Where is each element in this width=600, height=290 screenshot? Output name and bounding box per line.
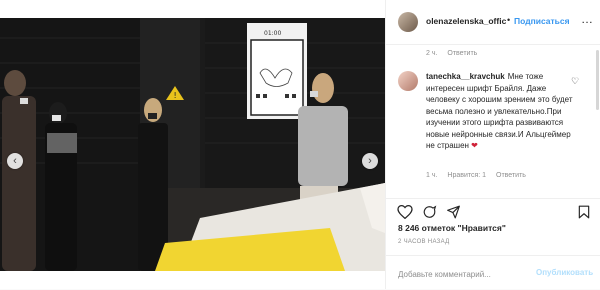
instagram-post: ! 01:00 ‹ › olenazelenska_offic • Подпис… xyxy=(0,0,600,289)
prev-comment-reply-button[interactable]: Ответить xyxy=(447,50,477,57)
comment-input[interactable] xyxy=(396,266,530,282)
comment-likes-count[interactable]: Нравится: 1 xyxy=(447,172,486,179)
comment-meta: 1 ч. Нравится: 1 Ответить xyxy=(426,172,534,179)
author-username[interactable]: olenazelenska_offic xyxy=(426,16,506,26)
next-photo-button[interactable]: › xyxy=(362,153,378,169)
add-comment-section: Опубликовать xyxy=(386,255,600,290)
post-header: olenazelenska_offic • Подписаться … xyxy=(386,0,600,45)
heart-emoji-icon: ❤ xyxy=(471,141,478,150)
like-heart-icon[interactable] xyxy=(397,205,413,219)
panel-top-text: 01:00 xyxy=(264,30,281,37)
comment-time: 1 ч. xyxy=(426,172,438,179)
publish-button[interactable]: Опубликовать xyxy=(536,268,593,277)
comments-scrollbar[interactable] xyxy=(596,44,599,194)
post-photo[interactable]: ! 01:00 ‹ › xyxy=(0,18,385,271)
comment-text: Мне тоже интересен шрифт Брайля. Даже че… xyxy=(426,72,573,150)
scrollbar-thumb[interactable] xyxy=(596,50,599,110)
header-separator: • xyxy=(507,15,511,25)
commenter-avatar[interactable] xyxy=(398,71,418,91)
comment-reply-button[interactable]: Ответить xyxy=(496,172,526,179)
commenter-username[interactable]: tanechka__kravchuk xyxy=(426,72,505,81)
author-avatar[interactable] xyxy=(398,12,418,32)
post-likes-count[interactable]: 8 246 отметок "Нравится" xyxy=(398,223,506,233)
post-side-panel: olenazelenska_offic • Подписаться … 2 ч.… xyxy=(385,0,600,289)
comment-body: tanechka__kravchuk Мне тоже интересен шри… xyxy=(426,71,576,152)
follow-button[interactable]: Подписаться xyxy=(514,16,570,26)
more-options-icon[interactable]: … xyxy=(581,12,594,26)
photo-scene: ! 01:00 xyxy=(0,18,385,271)
share-paper-plane-icon[interactable] xyxy=(446,205,461,219)
post-timestamp[interactable]: 2 ЧАСОВ НАЗАД xyxy=(398,239,449,245)
post-actions-bar xyxy=(386,198,600,223)
previous-photo-button[interactable]: ‹ xyxy=(7,153,23,169)
comment-bubble-icon[interactable] xyxy=(422,205,437,219)
prev-comment-time: 2 ч. xyxy=(426,50,438,57)
comment-like-heart-icon[interactable]: ♡ xyxy=(571,76,579,87)
svg-text:!: ! xyxy=(174,91,177,100)
save-bookmark-icon[interactable] xyxy=(578,205,590,219)
prev-comment-meta: 2 ч. Ответить xyxy=(426,50,485,57)
